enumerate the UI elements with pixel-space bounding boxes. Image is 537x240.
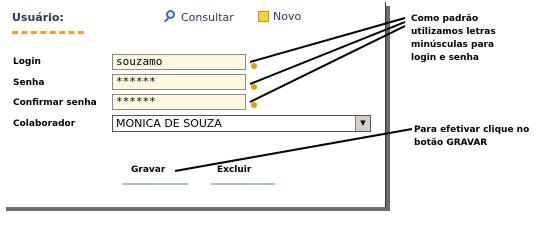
annotation-save-note: Para efetivar clique no botão GRAVAR xyxy=(414,125,530,148)
annotation-lowercase-note: Como padrão utilizamos letras minúsculas… xyxy=(411,14,496,63)
